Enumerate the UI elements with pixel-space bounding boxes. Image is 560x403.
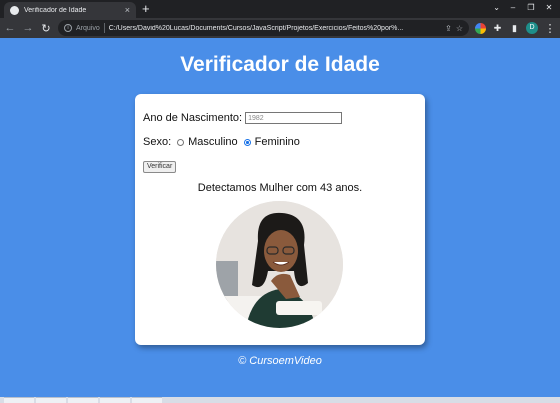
tab-search-icon[interactable]: ⌄ bbox=[493, 3, 500, 12]
radio-female[interactable] bbox=[243, 138, 251, 146]
birth-year-input[interactable] bbox=[245, 112, 343, 124]
menu-kebab-icon[interactable]: ⋮ bbox=[544, 22, 556, 35]
address-separator bbox=[103, 23, 105, 33]
taskbar-item[interactable] bbox=[132, 397, 162, 403]
extension-color-icon[interactable] bbox=[475, 22, 486, 34]
sex-row: Sexo: Masculino Feminino bbox=[143, 136, 300, 148]
profile-avatar[interactable]: D bbox=[526, 22, 538, 34]
share-icon[interactable]: ⇪ bbox=[445, 24, 452, 33]
back-icon[interactable]: ← bbox=[4, 22, 16, 34]
new-tab-button[interactable]: + bbox=[142, 1, 150, 17]
radio-female-label[interactable]: Feminino bbox=[255, 136, 300, 148]
birth-year-row: Ano de Nascimento: bbox=[143, 112, 343, 124]
forward-icon[interactable]: → bbox=[22, 22, 34, 34]
taskbar-item[interactable] bbox=[4, 397, 34, 403]
radio-male-label[interactable]: Masculino bbox=[188, 136, 238, 148]
result-text: Detectamos Mulher com 43 anos. bbox=[197, 182, 363, 194]
taskbar-item[interactable] bbox=[68, 397, 98, 403]
address-bar[interactable]: i Arquivo C:/Users/David%20Lucas/Documen… bbox=[58, 20, 469, 36]
close-window-icon[interactable]: ✕ bbox=[542, 2, 556, 14]
tab-title: Verificador de Idade bbox=[24, 6, 87, 14]
birth-year-label: Ano de Nascimento: bbox=[143, 112, 243, 124]
footer-credit: © CursoemVideo bbox=[238, 355, 322, 367]
verify-button[interactable]: Verificar bbox=[143, 161, 177, 173]
reload-icon[interactable]: ↻ bbox=[40, 22, 52, 35]
close-tab-icon[interactable]: × bbox=[125, 5, 130, 15]
sex-label: Sexo: bbox=[143, 136, 172, 148]
taskbar-item[interactable] bbox=[100, 397, 130, 403]
result-photo bbox=[216, 201, 343, 328]
bookmark-star-icon[interactable]: ☆ bbox=[456, 24, 463, 33]
page-title: Verificador de Idade bbox=[180, 53, 380, 76]
minimize-icon[interactable]: – bbox=[506, 2, 520, 14]
tab-strip: Verificador de Idade × + ⌄ – ❐ ✕ bbox=[0, 0, 560, 18]
form-card: Ano de Nascimento: Sexo: Masculino Femin… bbox=[135, 94, 425, 345]
woman-photo-illustration bbox=[216, 201, 343, 328]
extensions-puzzle-icon[interactable]: ✚ bbox=[492, 23, 503, 34]
taskbar-item[interactable] bbox=[36, 397, 66, 403]
restore-icon[interactable]: ❐ bbox=[524, 2, 538, 14]
os-taskbar bbox=[0, 397, 560, 403]
browser-tab[interactable]: Verificador de Idade × bbox=[4, 2, 136, 18]
file-scheme-label: Arquivo bbox=[76, 24, 100, 32]
browser-toolbar: ← → ↻ i Arquivo C:/Users/David%20Lucas/D… bbox=[0, 18, 560, 38]
radio-male[interactable] bbox=[177, 138, 185, 146]
url-text[interactable]: C:/Users/David%20Lucas/Documents/Cursos/… bbox=[109, 25, 441, 32]
globe-icon bbox=[10, 5, 19, 15]
side-panel-icon[interactable]: ▮ bbox=[509, 23, 520, 34]
window-controls: – ❐ ✕ bbox=[506, 2, 556, 14]
info-icon[interactable]: i bbox=[64, 24, 72, 32]
